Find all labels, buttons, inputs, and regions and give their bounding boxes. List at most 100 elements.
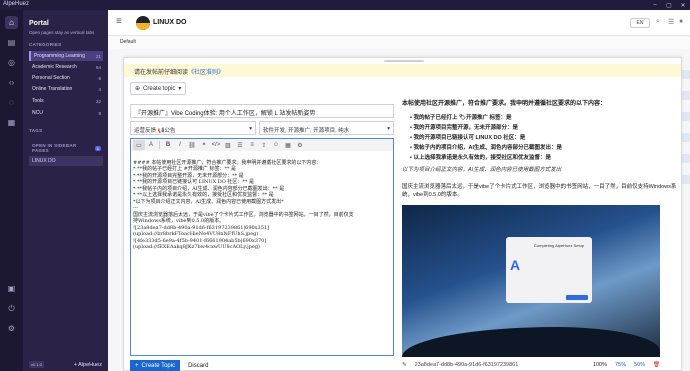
zoom-50-button[interactable]: 50% (634, 362, 645, 368)
editor-textarea[interactable]: #### 本帖使用社区开源推广，符合推广要求。我申明并遵循社区要求的以下内容： *… (133, 153, 391, 353)
numbered-list-icon[interactable]: ≡ (246, 140, 258, 150)
close-icon[interactable]: ✕ (676, 0, 690, 10)
category-value: 运营反馈 📢公告 (134, 128, 176, 134)
emoji-icon[interactable]: ☺ (270, 140, 282, 150)
guidelines-notice: 请在发帖前仔细阅读《社区准则》 (124, 64, 681, 77)
list-item: 我帖子内的项目介绍，AI生成、润色内容部分已截图发出：是 (410, 143, 678, 151)
chevron-down-icon: ▾ (249, 126, 252, 132)
grid-icon[interactable]: ▦ (5, 116, 18, 129)
composer-panel: 请在发帖前仔细阅读《社区准则》 ⊕ Create topic ▾ 『开源推广』V… (123, 57, 682, 371)
bullet-list-icon[interactable]: ☰ (234, 140, 246, 150)
hamburger-icon[interactable]: ≡ (116, 16, 122, 27)
portal-title: Portal (29, 20, 49, 27)
guidelines-link[interactable]: 《社区准则》 (188, 70, 224, 76)
zoom-75-button[interactable]: 75% (615, 362, 626, 368)
chevron-down-icon: ▾ (178, 86, 182, 92)
minimize-icon[interactable]: – (648, 0, 662, 10)
notice-text: 请在发帖前仔细阅读 (134, 70, 189, 76)
plus-icon: ⊕ (135, 86, 141, 92)
plus-icon: + (135, 363, 139, 369)
home-icon[interactable]: ⌂ (5, 16, 18, 29)
site-name[interactable]: LINUX DO (153, 19, 186, 26)
category-programming-learning[interactable]: Programming Learning 21 (29, 51, 103, 61)
edit-icon[interactable]: ✎ (402, 362, 407, 368)
category-label: Academic Research (32, 64, 77, 70)
code-icon[interactable]: </> (210, 140, 222, 150)
create-topic-button-label: Create Topic (141, 363, 176, 369)
category-count: 64 (95, 64, 101, 70)
category-count: 8 (98, 110, 101, 116)
category-academic-research[interactable]: Academic Research 64 (29, 62, 103, 72)
maximize-icon[interactable]: ▢ (662, 0, 676, 10)
composer-grip[interactable] (384, 60, 424, 62)
category-label: Tools (32, 98, 44, 104)
preview-heading: 本帖使用社区开源推广，符合推广要求。我申明并遵循社区要求的以下内容： (402, 101, 607, 107)
sidebar-footer: v0.1.0 + AlpeHuez (23, 358, 108, 371)
menu-icon[interactable]: ☰ (668, 18, 674, 26)
toggle-preview-icon[interactable]: ▭ (133, 140, 145, 150)
globe-icon[interactable]: ◎ (5, 56, 18, 69)
preview-pane: 本帖使用社区开源推广，符合推广要求。我申明并遵循社区要求的以下内容： 我的帖子已… (402, 98, 678, 368)
list-item: 以上选择我承诺是永久有效的，接受社区和优友监督：是 (410, 153, 678, 161)
preview-checklist: 我的帖子已经打上 🏷开源推广 标签：是 我的开源项目完整开源，无未开源部分：是 … (410, 113, 678, 161)
trash-icon[interactable]: 🗑 (653, 362, 660, 368)
code-icon[interactable]: ‹› (5, 76, 18, 89)
site-header: ≡ LINUX DO EN ⌕ ☰ ● (108, 10, 690, 36)
list-item: 我的开源项目已链接认可 LINUX DO 社区：是 (410, 133, 678, 141)
category-count: 4 (98, 86, 101, 92)
categories-header: CATEGORIES (29, 42, 62, 47)
title-input[interactable]: 『开源推广』Vibe Coding体验: 用个人工作区，解锁 L 站发帖新姿势 (130, 104, 394, 118)
zoom-100-button[interactable]: 100% (593, 362, 607, 368)
category-personal-section[interactable]: Personal Section 6 (29, 73, 103, 83)
portal-subtitle: Open pages stay as vertical tabs (29, 30, 95, 35)
category-label: Programming Learning (34, 53, 85, 59)
default-filter[interactable]: Default (120, 39, 136, 45)
date-icon[interactable]: ▦ (282, 140, 294, 150)
list-item: 我的帖子已经打上 🏷开源推广 标签：是 (410, 113, 678, 121)
list-item: 我的开源项目完整开源，无未开源部分：是 (410, 123, 678, 131)
add-alpehuez-button[interactable]: + AlpeHuez (74, 362, 102, 368)
site-logo[interactable] (136, 16, 150, 30)
window-title: AlpeHuez (3, 1, 30, 7)
search-icon[interactable]: ⌕ (656, 18, 660, 26)
language-select[interactable]: EN (630, 18, 650, 28)
filter-bar: Default (108, 36, 690, 49)
create-topic-dropdown[interactable]: ⊕ Create topic ▾ (130, 82, 187, 95)
preview-italic-note: 以下为项目介绍正文内容，AI生成、润色内容已使用截图方式发出 (402, 167, 562, 173)
upload-icon[interactable]: ⇪ (258, 140, 270, 150)
chat-icon[interactable]: ◌ (5, 96, 18, 109)
tags-select[interactable]: 软件开发, 开源推广, 开源项目, 纯水 ▾ (259, 121, 394, 135)
power-icon[interactable]: ⏻ (5, 302, 18, 315)
toolbar-divider (159, 141, 160, 149)
preview-screenshot-image: A Completing AlpeHuez Setup (402, 205, 660, 357)
tags-header[interactable]: TAGS (29, 128, 42, 133)
options-icon[interactable]: ⚙ (294, 140, 306, 150)
inbox-icon[interactable]: ▤ (5, 36, 18, 49)
bold-icon[interactable]: B (162, 140, 174, 150)
category-select[interactable]: 运营反馈 📢公告 ▾ (130, 121, 256, 135)
category-tools[interactable]: Tools 22 (29, 96, 103, 106)
font-icon[interactable]: A (145, 140, 157, 150)
category-ncu[interactable]: NCU 8 (29, 108, 103, 118)
setup-dialog-image: A Completing AlpeHuez Setup (506, 237, 592, 303)
gear-icon[interactable]: ⚙ (5, 322, 18, 335)
editor-toolbar: ▭ A B I ⛓ ❝ </> ▨ ☰ ≡ ⇪ ☺ ▦ ⚙ (131, 139, 393, 151)
italic-icon[interactable]: I (174, 140, 186, 150)
app-logo-icon: A (510, 257, 521, 273)
link-icon[interactable]: ⛓ (186, 140, 198, 150)
category-count: 6 (98, 75, 101, 81)
website-view: ≡ LINUX DO EN ⌕ ☰ ● Default 请在发帖前仔细阅读《社区… (108, 10, 690, 371)
discard-button[interactable]: Discard (188, 363, 208, 369)
tags-value: 软件开发, 开源推广, 开源项目, 纯水 (263, 128, 350, 134)
category-online-translation[interactable]: Online Translation 4 (29, 84, 103, 94)
category-label: NCU (32, 110, 43, 116)
sidebar-page-linux-do[interactable]: LINUX DO (29, 156, 103, 166)
lock-icon[interactable]: ▣ (5, 282, 18, 295)
avatar-icon[interactable]: ● (679, 18, 683, 25)
open-pages-header: OPEN IN SIDEBAR PAGES 1 (29, 143, 103, 153)
landscape-hill (402, 327, 660, 357)
create-topic-button[interactable]: + Create Topic (130, 360, 181, 371)
quote-icon[interactable]: ❝ (198, 140, 210, 150)
category-label: Online Translation (32, 86, 73, 92)
image-icon[interactable]: ▨ (222, 140, 234, 150)
